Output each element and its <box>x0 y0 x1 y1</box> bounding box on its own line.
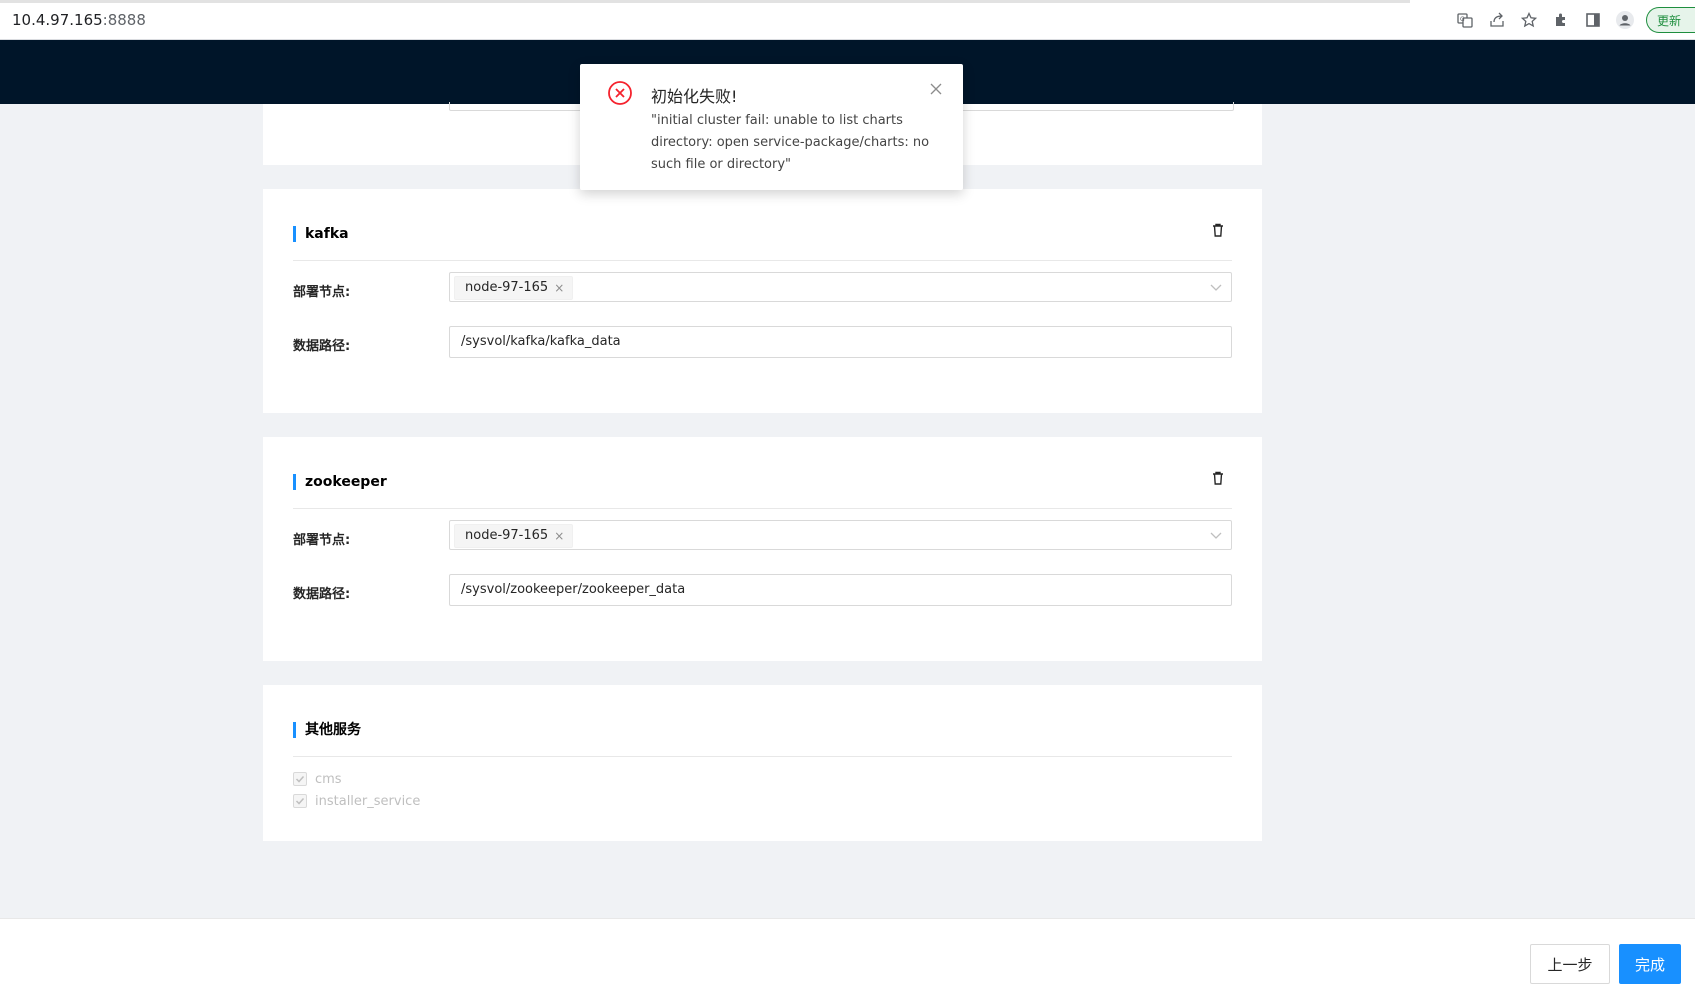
translate-icon[interactable]: G <box>1452 7 1478 33</box>
prev-step-button[interactable]: 上一步 <box>1530 944 1610 984</box>
other-services-card: 其他服务 cms installer_service <box>263 685 1262 841</box>
service-card-zookeeper: zookeeper 部署节点: node-97-165 × 数据路径: /sys… <box>263 437 1262 661</box>
close-icon[interactable]: × <box>554 525 564 547</box>
delete-icon[interactable] <box>1210 470 1226 486</box>
node-tag-label: node-97-165 <box>465 528 549 543</box>
update-button[interactable]: 更新 <box>1645 7 1695 33</box>
star-icon[interactable] <box>1516 7 1542 33</box>
error-notification: 初始化失败! "initial cluster fail: unable to … <box>580 64 963 190</box>
checkbox-label: cms <box>315 771 342 787</box>
check-icon <box>293 794 307 808</box>
footer-bar: 上一步 完成 <box>0 918 1695 1005</box>
section-title: zookeeper <box>293 474 387 490</box>
section-title: kafka <box>293 226 349 242</box>
chevron-down-icon <box>1210 532 1222 539</box>
data-path-label: 数据路径: <box>293 587 351 602</box>
loading-bar <box>0 0 1410 3</box>
sidepanel-icon[interactable] <box>1580 7 1606 33</box>
close-icon[interactable] <box>929 82 943 96</box>
data-path-input[interactable]: /sysvol/kafka/kafka_data <box>449 326 1232 358</box>
node-tag-label: node-97-165 <box>465 280 549 295</box>
data-path-input[interactable]: /sysvol/zookeeper/zookeeper_data <box>449 574 1232 606</box>
chevron-down-icon <box>1210 284 1222 291</box>
checkbox-label: installer_service <box>315 793 421 809</box>
address-bar[interactable]: 10.4.97.165:8888 <box>12 11 146 29</box>
data-path-label: 数据路径: <box>293 339 351 354</box>
deploy-node-label: 部署节点: <box>293 533 351 548</box>
browser-actions: G 更新 <box>1446 7 1695 33</box>
divider <box>293 260 1232 261</box>
error-circle-icon <box>608 81 632 105</box>
share-icon[interactable] <box>1484 7 1510 33</box>
deploy-node-select[interactable]: node-97-165 × <box>449 272 1232 302</box>
deploy-node-label: 部署节点: <box>293 285 351 300</box>
deploy-node-select[interactable]: node-97-165 × <box>449 520 1232 550</box>
check-icon <box>293 772 307 786</box>
delete-icon[interactable] <box>1210 222 1226 238</box>
node-tag: node-97-165 × <box>454 524 574 548</box>
svg-text:G: G <box>1460 16 1465 23</box>
divider <box>293 508 1232 509</box>
checkbox-installer-service[interactable]: installer_service <box>293 792 420 810</box>
divider <box>293 756 1232 757</box>
node-tag: node-97-165 × <box>454 276 574 300</box>
service-card-kafka: kafka 部署节点: node-97-165 × 数据路径: /sysvol/… <box>263 189 1262 413</box>
url-host: 10.4.97.165 <box>12 11 103 29</box>
checkbox-cms[interactable]: cms <box>293 770 342 788</box>
extensions-icon[interactable] <box>1548 7 1574 33</box>
url-port: :8888 <box>102 11 146 29</box>
notification-title: 初始化失败! <box>651 87 738 106</box>
section-title: 其他服务 <box>293 722 361 738</box>
close-icon[interactable]: × <box>554 277 564 299</box>
profile-icon[interactable] <box>1612 7 1638 33</box>
notification-message: "initial cluster fail: unable to list ch… <box>651 113 930 172</box>
browser-toolbar: 10.4.97.165:8888 G 更新 <box>0 0 1695 40</box>
finish-button[interactable]: 完成 <box>1619 944 1681 984</box>
